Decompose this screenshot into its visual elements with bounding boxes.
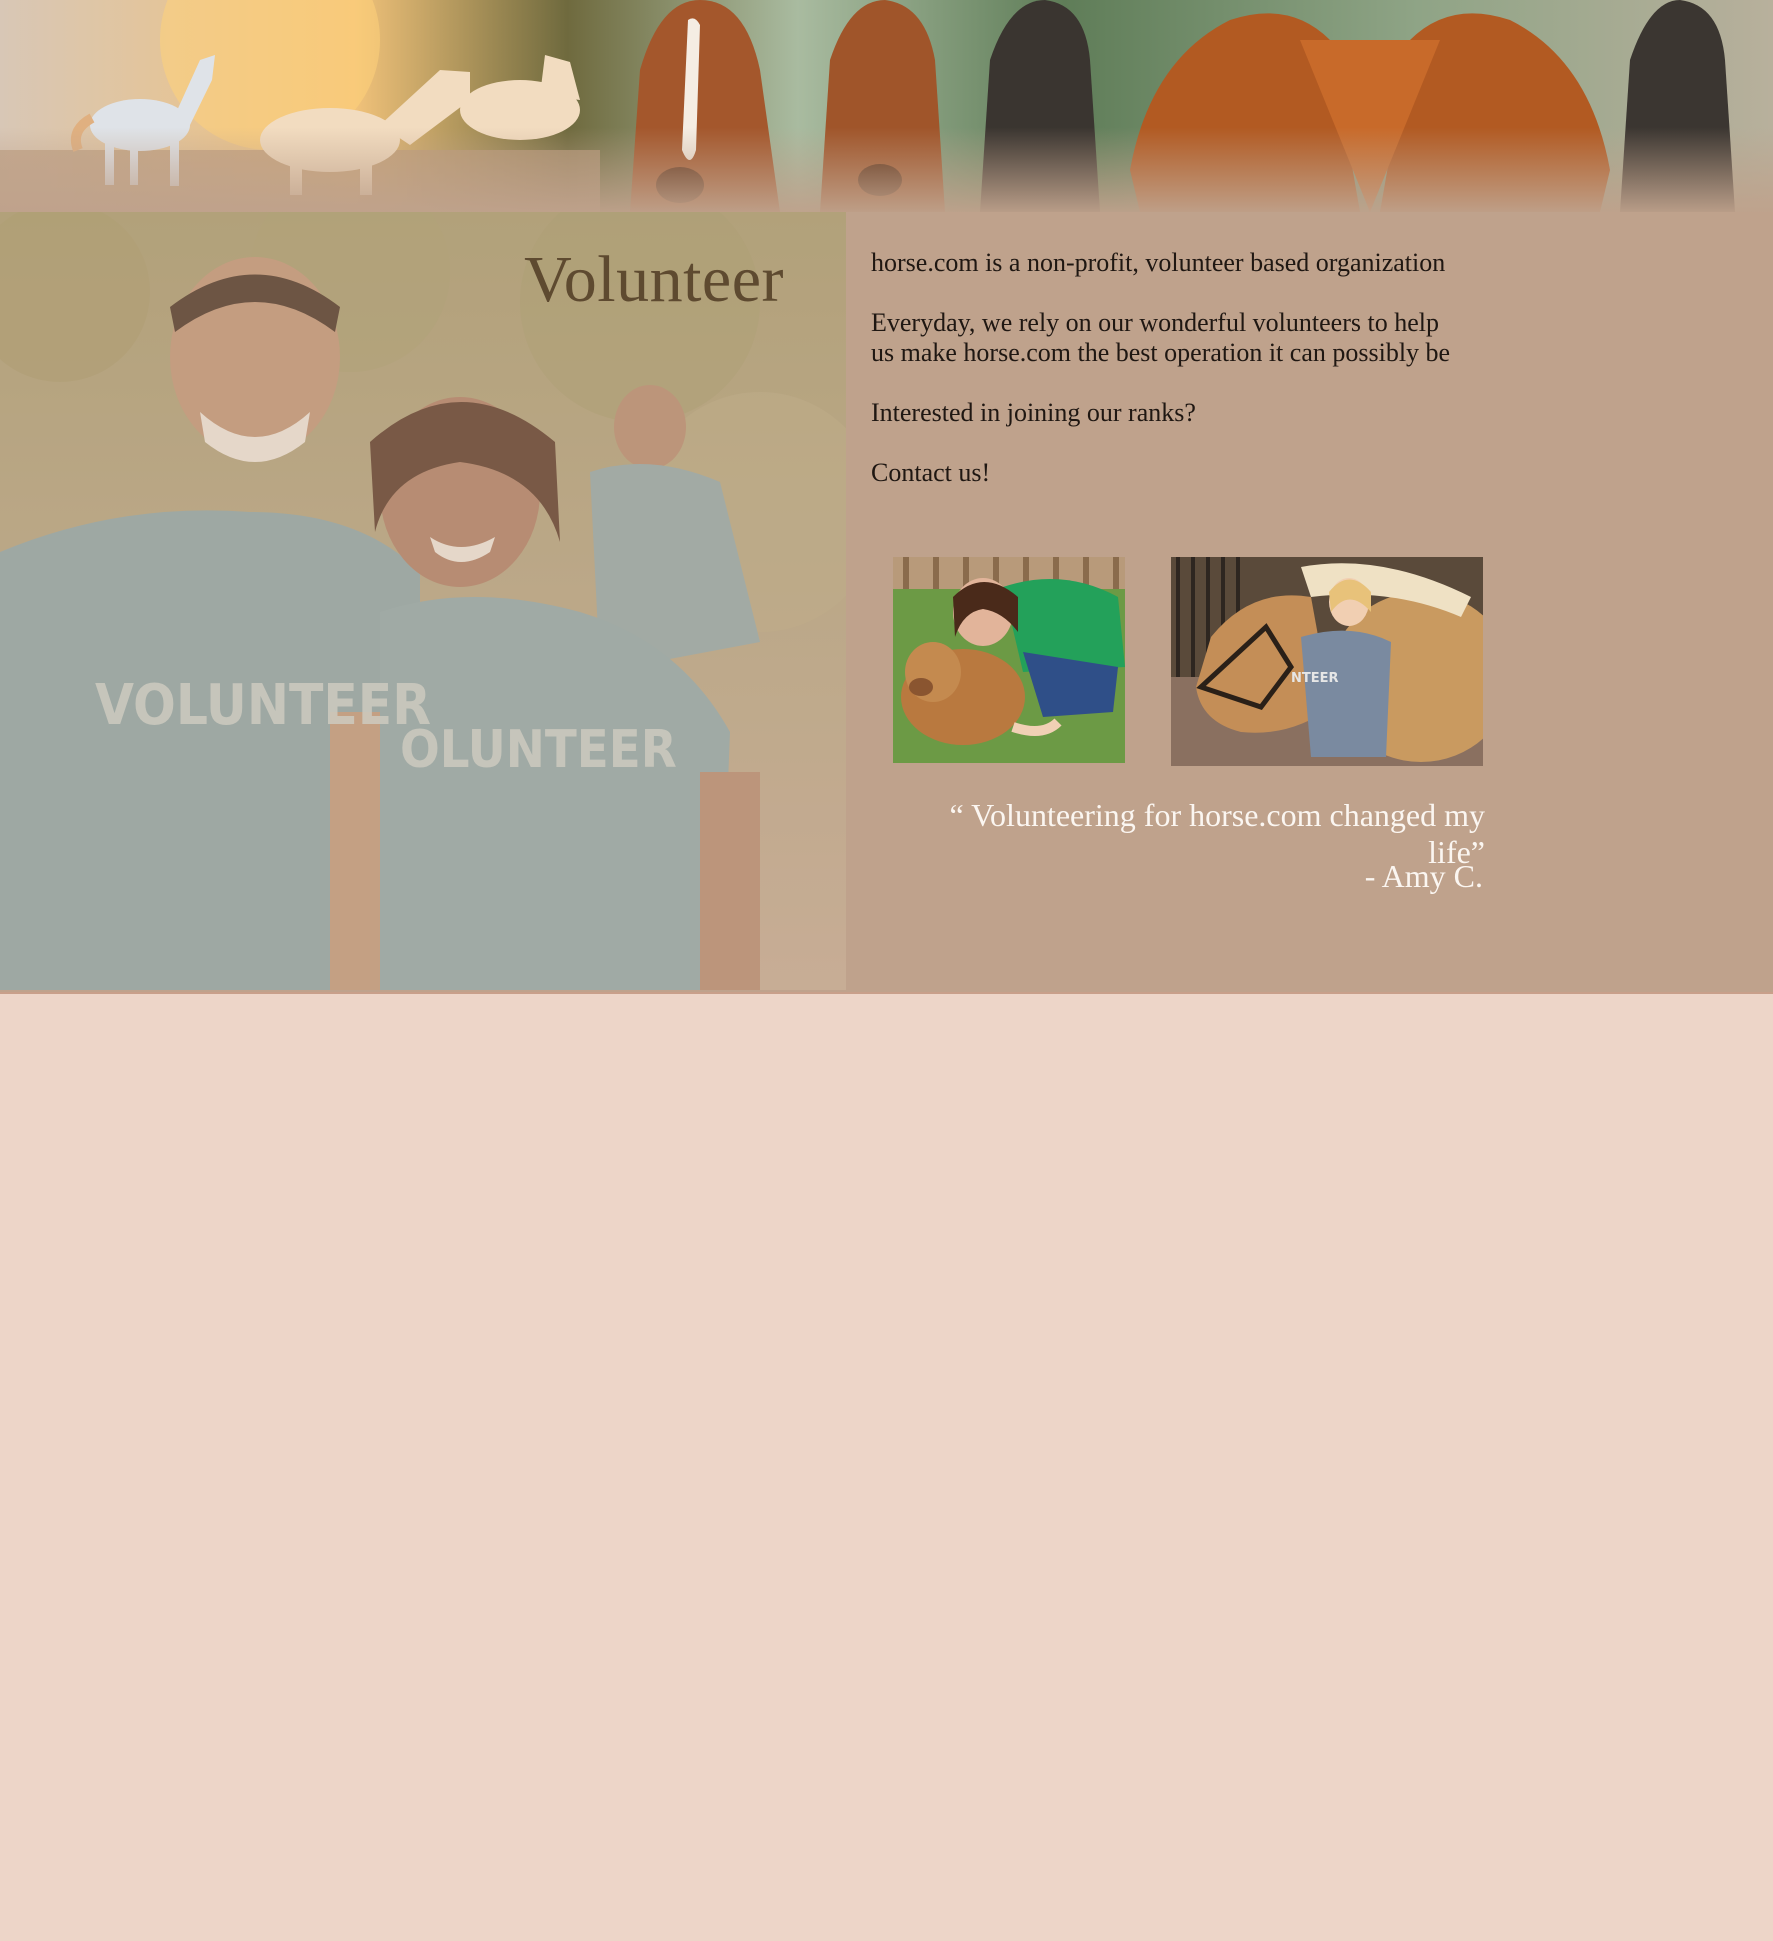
volunteer-with-calf-photo — [893, 557, 1125, 763]
horse-photo-shirt-text: NTEER — [1291, 671, 1339, 686]
page-title: Volunteer — [524, 243, 784, 316]
intro-line-volunteers-1: Everyday, we rely on our wonderful volun… — [871, 308, 1439, 337]
intro-line-join: Interested in joining our ranks? — [871, 398, 1196, 427]
volunteers-photo: VOLUNTEER OLUNTEER Volunteer — [0, 212, 846, 990]
intro-line-volunteers-2: us make horse.com the best operation it … — [871, 338, 1451, 367]
volunteers-photo-image: VOLUNTEER OLUNTEER — [0, 212, 846, 990]
contact-us-link[interactable]: Contact us! — [871, 458, 1491, 488]
intro-paragraph-volunteers: Everyday, we rely on our wonderful volun… — [871, 308, 1491, 368]
testimonial-author: - Amy C. — [1364, 858, 1483, 894]
content-band: VOLUNTEER OLUNTEER Volunteer horse.com i… — [0, 212, 1773, 994]
intro-line-organization: horse.com is a non-profit, volunteer bas… — [871, 248, 1446, 277]
horses-banner-image — [0, 0, 1773, 212]
volunteer-with-horse-photo: NTEER — [1171, 557, 1483, 766]
intro-text: horse.com is a non-profit, volunteer bas… — [871, 248, 1491, 518]
horses-banner — [0, 0, 1773, 212]
page: VOLUNTEER OLUNTEER Volunteer horse.com i… — [0, 0, 1773, 1941]
